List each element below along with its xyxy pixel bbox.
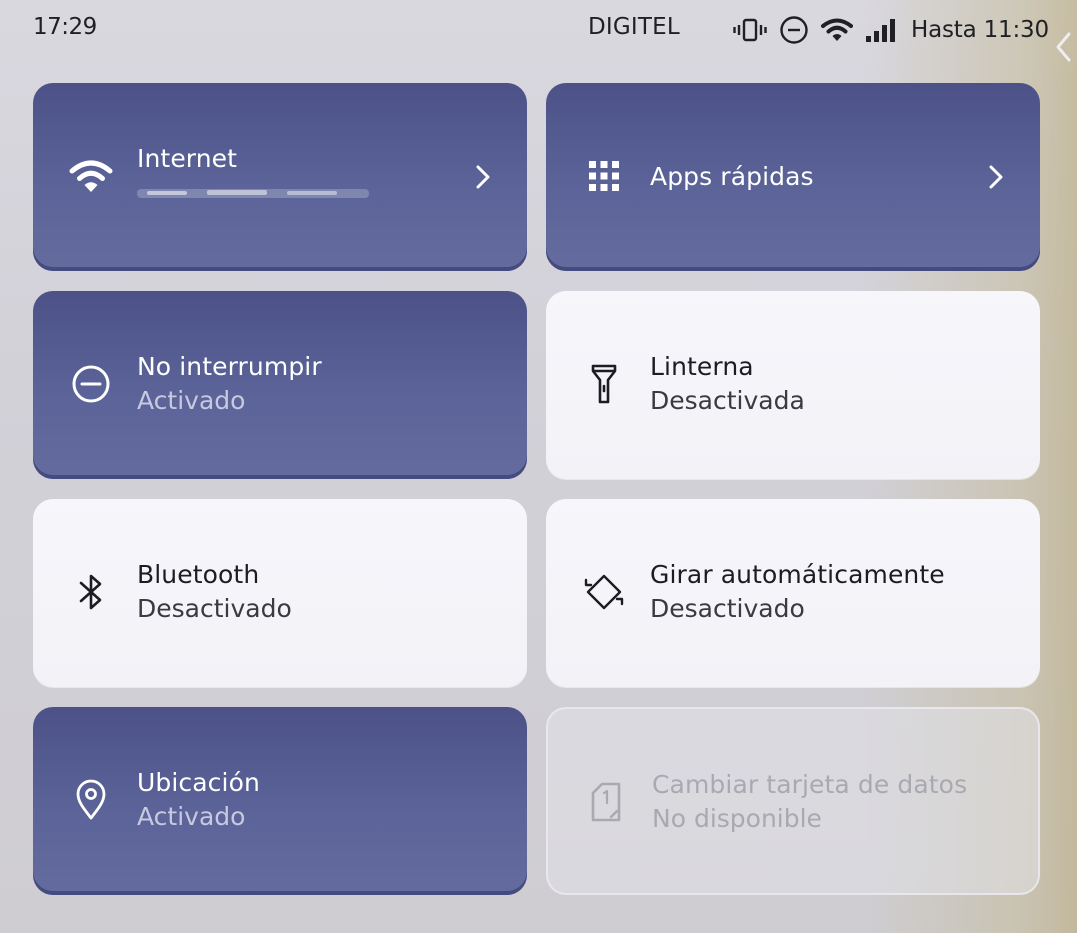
chevron-right-icon — [476, 165, 490, 189]
tile-bluetooth-title: Bluetooth — [137, 560, 260, 589]
vibrate-icon — [733, 17, 767, 43]
tile-location[interactable]: Ubicación Activado — [33, 707, 527, 895]
grid-icon — [582, 154, 626, 198]
flashlight-icon — [582, 362, 626, 406]
tile-data-card-status: No disponible — [652, 804, 822, 833]
do-not-disturb-icon — [779, 15, 809, 45]
wifi-icon — [821, 17, 853, 43]
signal-icon — [865, 17, 897, 43]
tile-rotate-status: Desactivado — [650, 594, 805, 623]
wifi-icon — [69, 154, 113, 198]
tile-dnd-title: No interrumpir — [137, 352, 322, 381]
edge-chevron-icon[interactable] — [1053, 30, 1073, 64]
status-time: 17:29 — [33, 14, 97, 40]
tile-do-not-disturb[interactable]: No interrumpir Activado — [33, 291, 527, 479]
tile-flashlight-status: Desactivada — [650, 386, 805, 415]
dnd-until-label: Hasta 11:30 — [911, 17, 1049, 43]
tile-dnd-status: Activado — [137, 386, 246, 415]
tile-switch-data-card[interactable]: Cambiar tarjeta de datos No disponible — [546, 707, 1040, 895]
tile-rotate-title: Girar automáticamente — [650, 560, 945, 589]
redacted-network-name — [137, 189, 369, 198]
tile-location-title: Ubicación — [137, 768, 260, 797]
tile-bluetooth[interactable]: Bluetooth Desactivado — [33, 499, 527, 687]
tile-data-card-title: Cambiar tarjeta de datos — [652, 770, 968, 799]
sim-card-icon — [584, 780, 628, 824]
status-carrier: DIGITEL — [588, 14, 680, 40]
tile-internet-title: Internet — [137, 144, 238, 173]
tile-bluetooth-status: Desactivado — [137, 594, 292, 623]
bluetooth-icon — [69, 570, 113, 614]
tile-flashlight[interactable]: Linterna Desactivada — [546, 291, 1040, 479]
do-not-disturb-icon — [69, 362, 113, 406]
tile-internet[interactable]: Internet — [33, 83, 527, 271]
tile-quick-apps[interactable]: Apps rápidas — [546, 83, 1040, 271]
chevron-right-icon — [989, 165, 1003, 189]
tile-location-status: Activado — [137, 802, 246, 831]
tile-flashlight-title: Linterna — [650, 352, 754, 381]
status-bar: 17:29 DIGITEL Hasta 11:30 — [0, 0, 1077, 62]
tile-quick-apps-title: Apps rápidas — [650, 162, 814, 191]
location-pin-icon — [69, 778, 113, 822]
tile-auto-rotate[interactable]: Girar automáticamente Desactivado — [546, 499, 1040, 687]
auto-rotate-icon — [582, 570, 626, 614]
status-icons: Hasta 11:30 — [733, 12, 1049, 48]
